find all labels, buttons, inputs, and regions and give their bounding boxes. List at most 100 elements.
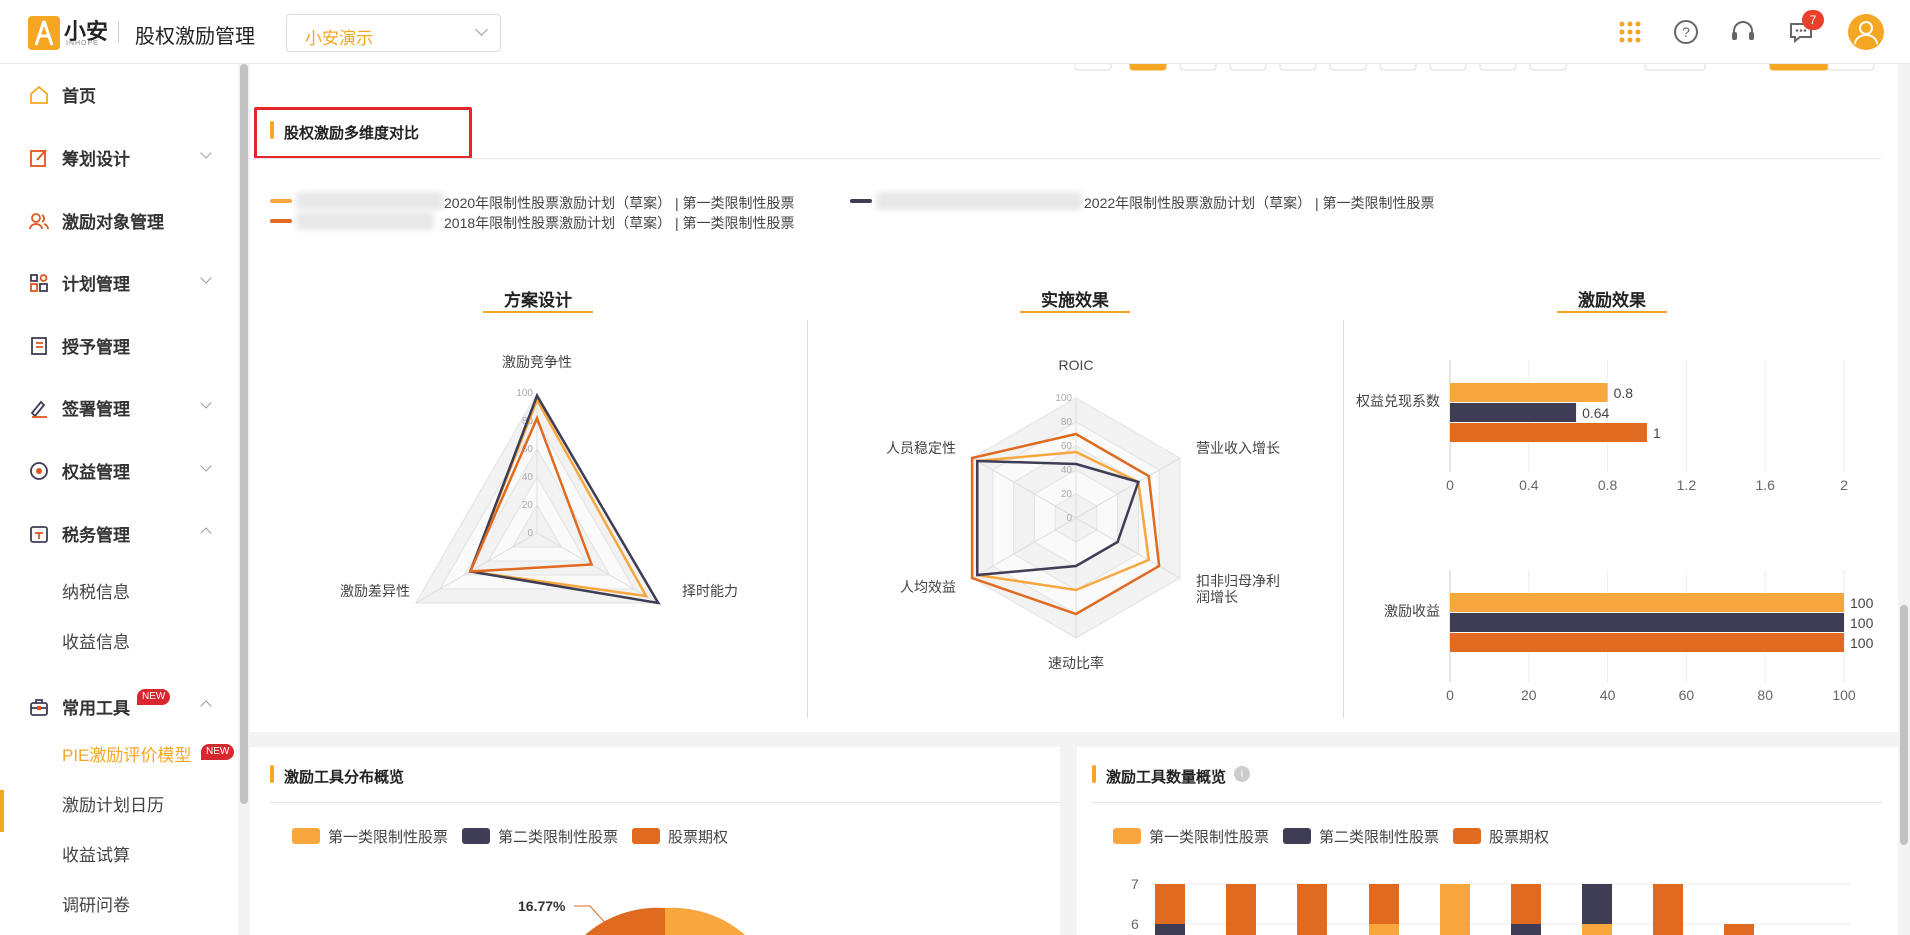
svg-text:?: ?	[1682, 24, 1690, 40]
legend-item[interactable]: 2018年限制性股票激励计划（草案） | 第一类限制性股票	[444, 213, 795, 233]
chevron-down-icon	[200, 460, 212, 472]
bar-chart-effect: 0 0.4 0.8 1.2 1.6 2 权益兑现系数 0.8 0.64 1 0 20 40 60 80 100…	[1356, 360, 1874, 703]
radar-tick-label: 40	[522, 472, 534, 483]
x-tick-label: 2	[1840, 477, 1848, 493]
info-icon[interactable]: i	[1234, 766, 1250, 782]
pie-chart-distribution: 16.77%	[518, 898, 745, 935]
bar-value-label: 100	[1850, 595, 1874, 611]
sidebar-item-signing[interactable]: 签署管理	[0, 383, 240, 431]
radar-tick-label: 0	[527, 528, 533, 539]
pie-slice	[665, 907, 745, 935]
sidebar-item-tools[interactable]: 常用工具	[0, 682, 240, 730]
bar-value-label: 1	[1653, 425, 1661, 441]
x-tick-label: 1.6	[1755, 477, 1775, 493]
logo-icon[interactable]	[28, 16, 60, 50]
sidebar-item-label: 税务管理	[62, 526, 130, 545]
bar	[1450, 383, 1608, 402]
page-scrollbar[interactable]	[1900, 605, 1908, 845]
x-tick-label: 20	[1521, 687, 1537, 703]
sidebar-item-equity[interactable]: 权益管理	[0, 446, 240, 494]
legend-label[interactable]: 第一类限制性股票	[328, 826, 448, 847]
radar-tick-label: 40	[1061, 465, 1073, 476]
stacked-bar-chart: 7 6	[1131, 876, 1850, 935]
badge-icon	[30, 462, 48, 480]
sidebar-subitem-survey[interactable]: 调研问卷	[62, 891, 130, 916]
radar-axis-label: 扣非归母净利	[1196, 573, 1280, 589]
book-icon	[31, 337, 47, 355]
redacted-text	[876, 192, 1082, 210]
sidebar-subitem-tax-info[interactable]: 纳税信息	[62, 578, 130, 603]
edit-icon	[30, 149, 47, 167]
sidebar-subitem-income-calc[interactable]: 收益试算	[62, 841, 130, 866]
legend-item[interactable]: 2020年限制性股票激励计划（草案） | 第一类限制性股票	[444, 193, 795, 213]
legend-label[interactable]: 股票期权	[668, 826, 728, 847]
grid-icon	[30, 274, 48, 292]
radar-tick-label: 20	[522, 500, 534, 511]
tax-icon	[30, 526, 48, 543]
radar-axis-label: 速动比率	[1048, 655, 1104, 671]
radar-tick-label: 60	[1061, 441, 1073, 452]
chevron-down-icon	[200, 272, 212, 284]
legend-swatch	[270, 199, 292, 203]
section-accent	[270, 765, 274, 783]
sidebar-item-plans[interactable]: 计划管理	[0, 258, 240, 306]
legend-label[interactable]: 股票期权	[1489, 826, 1549, 847]
active-indicator	[0, 790, 4, 832]
legend-swatch	[462, 828, 490, 844]
sidebar-item-label: 权益管理	[62, 463, 130, 482]
headset-icon[interactable]	[1728, 17, 1758, 47]
help-icon[interactable]: ?	[1671, 17, 1701, 47]
bar	[1450, 593, 1844, 612]
x-tick-label: 80	[1757, 687, 1773, 703]
divider	[1092, 802, 1882, 803]
apps-grid-icon[interactable]	[1615, 17, 1645, 47]
legend-label[interactable]: 第一类限制性股票	[1149, 826, 1269, 847]
x-tick-label: 0	[1446, 687, 1454, 703]
legend-label[interactable]: 第二类限制性股票	[1319, 826, 1439, 847]
sidebar-item-tax[interactable]: 税务管理	[0, 509, 240, 557]
section-title: 激励工具分布概览	[284, 769, 405, 786]
sidebar-subitem-calendar[interactable]: 激励计划日历	[62, 791, 164, 816]
sidebar-scrollbar[interactable]	[240, 64, 248, 804]
section-title: 激励工具数量概览	[1106, 769, 1227, 786]
bar-value-label: 0.64	[1582, 405, 1609, 421]
legend-item[interactable]: 2022年限制性股票激励计划（草案） | 第一类限制性股票	[1084, 193, 1435, 213]
chevron-up-icon	[200, 700, 212, 712]
sidebar-item-participants[interactable]: 激励对象管理	[0, 196, 240, 244]
sidebar-item-grants[interactable]: 授予管理	[0, 321, 240, 369]
title-underline	[1557, 311, 1667, 313]
redacted-text	[296, 192, 444, 210]
user-avatar-icon[interactable]	[1848, 14, 1884, 50]
chevron-down-icon	[475, 23, 488, 36]
bar-value-label: 0.8	[1614, 385, 1634, 401]
bar-stack	[1653, 884, 1683, 935]
chart-title-implementation: 实施效果	[1041, 291, 1109, 310]
bar-value-label: 100	[1850, 635, 1874, 651]
sidebar-item-planning[interactable]: 筹划设计	[0, 133, 240, 181]
radar-axis-label: 激励竞争性	[502, 354, 572, 370]
sidebar-item-label: 首页	[62, 87, 96, 106]
title-underline	[1020, 311, 1130, 313]
sidebar-subitem-income-info[interactable]: 收益信息	[62, 628, 130, 653]
company-select[interactable]: 小安演示	[286, 14, 501, 52]
chevron-down-icon	[200, 147, 212, 159]
radar-tick-label: 80	[1061, 417, 1073, 428]
legend-label[interactable]: 第二类限制性股票	[498, 826, 618, 847]
sidebar-item-home[interactable]: 首页	[0, 70, 240, 118]
radar-axis-label: 润增长	[1196, 589, 1238, 605]
x-tick-label: 0	[1446, 477, 1454, 493]
pie-label: 16.77%	[518, 898, 566, 914]
radar-tick-label: 100	[516, 388, 533, 399]
divider	[118, 22, 119, 42]
radar-tick-label: 100	[1055, 393, 1072, 404]
sidebar-item-label: 签署管理	[62, 400, 130, 419]
sidebar-subitem-pie-model[interactable]: PIE激励评价模型	[62, 741, 191, 766]
bar-stack	[1226, 884, 1256, 935]
legend-swatch	[632, 828, 660, 844]
divider	[254, 158, 1881, 159]
bar	[1450, 633, 1844, 652]
logo-subtext: INHOPE	[66, 40, 99, 47]
x-tick-label: 0.8	[1598, 477, 1618, 493]
new-badge: NEW	[201, 744, 235, 760]
section-accent	[1092, 765, 1096, 783]
